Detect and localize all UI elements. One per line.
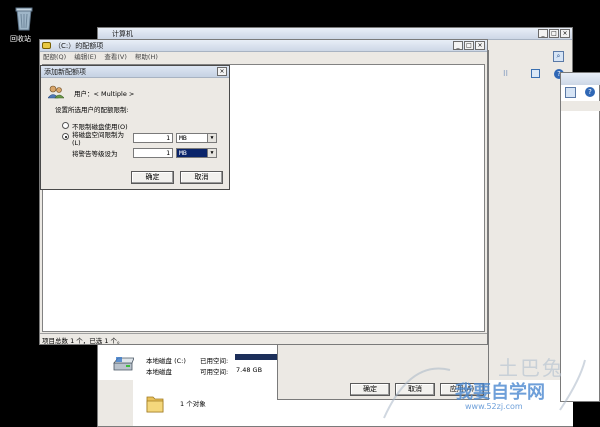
limit-unit-value: MB (179, 134, 187, 142)
right-window-toolbar (561, 101, 600, 111)
add-quota-dialog[interactable]: 添加新配额项 × 用户：< Multiple > 设置所选用户的配额限制: 不限… (40, 65, 230, 190)
folder-icon (146, 393, 164, 413)
right-window-search-icon[interactable] (565, 87, 576, 98)
drive-icon (112, 355, 135, 373)
free-space-value: 7.48 GB (236, 366, 263, 374)
explorer-window-controls: _ □ × (538, 29, 570, 38)
quota-title: （C:）的配额项 (54, 42, 104, 50)
warning-value-input[interactable]: 1 (133, 148, 173, 158)
right-window-titlebar (561, 73, 600, 85)
object-count: 1 个对象 (180, 400, 206, 408)
recycle-bin-icon[interactable] (12, 4, 36, 32)
explorer-title: 计算机 (112, 30, 133, 38)
radio-no-limit-label[interactable]: 不限制磁盘使用(O) (72, 121, 128, 131)
warning-label: 将警告等级设为 (72, 150, 118, 158)
quota-maximize-button[interactable]: □ (464, 41, 474, 50)
quota-titlebar[interactable]: （C:）的配额项 (40, 40, 487, 52)
add-quota-close-button[interactable]: × (217, 67, 227, 76)
quota-minimize-button[interactable]: _ (453, 41, 463, 50)
watermark-site-name: 我要自学网 (455, 382, 545, 403)
add-quota-titlebar[interactable]: 添加新配额项 (41, 66, 229, 78)
drive-name-line2: 本地磁盘 (146, 368, 172, 376)
menu-view[interactable]: 查看(V) (104, 52, 127, 62)
users-icon (47, 85, 65, 99)
used-space-label: 已用空间: (200, 357, 229, 365)
quota-statusbar: 项目总数 1 个，已选 1 个。 (40, 333, 487, 345)
watermark-brand: 土巴兔 (498, 356, 564, 380)
preview-pane-icon[interactable] (531, 69, 540, 78)
quota-status-text: 项目总数 1 个，已选 1 个。 (42, 337, 124, 345)
warning-unit-value: MB (179, 149, 187, 157)
right-window-help-icon[interactable]: ? (585, 87, 595, 97)
recycle-bin-label: 回收站 (10, 35, 31, 43)
instruction-text: 设置所选用户的配额限制: (55, 106, 129, 114)
menu-quota[interactable]: 配额(Q) (43, 52, 66, 62)
watermark-url: www.52zj.com (465, 402, 523, 411)
quota-app-icon (42, 42, 51, 49)
drive-name-line1: 本地磁盘 (C:) (146, 357, 186, 365)
radio-limit[interactable] (62, 133, 69, 140)
maximize-button[interactable]: □ (549, 29, 559, 38)
add-quota-title: 添加新配额项 (44, 68, 86, 76)
free-space-label: 可用空间: (200, 368, 229, 376)
radio-no-limit[interactable] (62, 122, 69, 129)
menu-edit[interactable]: 编辑(E) (74, 52, 96, 62)
add-quota-ok-button[interactable]: 确定 (131, 171, 174, 184)
warning-unit-select[interactable]: MB ▼ (176, 148, 217, 158)
used-space-bar (235, 354, 277, 360)
add-quota-cancel-button[interactable]: 取消 (180, 171, 223, 184)
quota-window-controls: _ □ × (453, 41, 485, 50)
quota-menubar: 配额(Q) 编辑(E) 查看(V) 帮助(H) (40, 52, 487, 62)
close-button[interactable]: × (560, 29, 570, 38)
user-label: 用户：< Multiple > (74, 90, 135, 98)
radio-limit-label[interactable]: 将磁盘空间限制为(L) (72, 131, 127, 147)
chevron-down-icon[interactable]: ▼ (207, 134, 216, 142)
menu-help[interactable]: 帮助(H) (135, 52, 158, 62)
limit-unit-select[interactable]: MB ▼ (176, 133, 217, 143)
chevron-down-icon[interactable]: ▼ (207, 149, 216, 157)
view-options-icon[interactable]: ⁝⁝ (503, 69, 513, 79)
quota-close-button[interactable]: × (475, 41, 485, 50)
minimize-button[interactable]: _ (538, 29, 548, 38)
explorer-search-icon[interactable]: ⌕ (553, 51, 564, 62)
add-quota-controls: × (217, 67, 227, 76)
limit-value-input[interactable]: 1 (133, 133, 173, 143)
